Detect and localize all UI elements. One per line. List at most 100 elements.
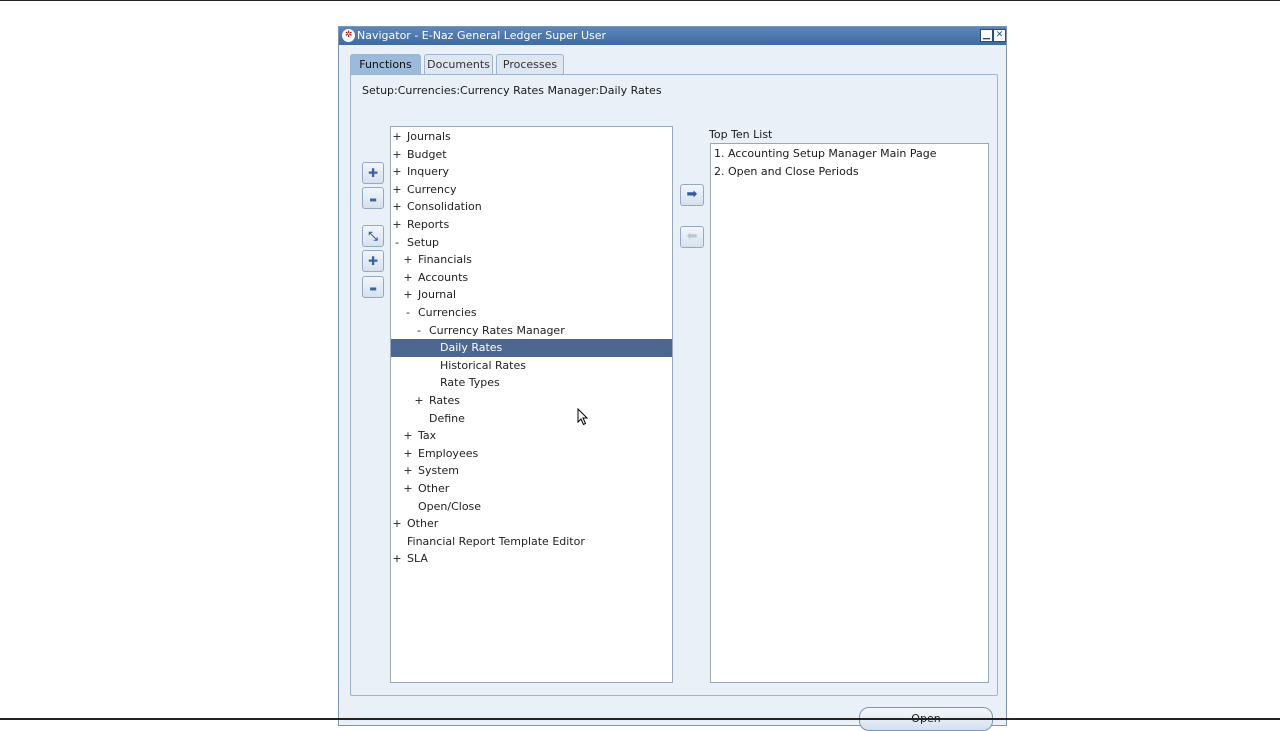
expand-node-icon[interactable]: +: [403, 480, 413, 498]
tree-node-label: SLA: [407, 552, 428, 566]
expand-all-button[interactable]: ✚: [362, 250, 384, 272]
collapse-node-icon[interactable]: -: [392, 234, 402, 252]
tree-node[interactable]: + Tax: [391, 427, 672, 445]
tree-node[interactable]: + Currency: [391, 181, 672, 199]
tree-node[interactable]: Historical Rates: [391, 357, 672, 375]
functions-panel: Setup:Currencies:Currency Rates Manager:…: [350, 74, 998, 696]
expand-node-icon[interactable]: +: [392, 216, 402, 234]
list-item[interactable]: 2. Open and Close Periods: [714, 165, 859, 178]
expand-branch-button[interactable]: ⤡: [362, 225, 384, 247]
tree-node[interactable]: + Rates: [391, 392, 672, 410]
tree-node[interactable]: - Currencies: [391, 304, 672, 322]
expand-node-icon[interactable]: +: [392, 550, 402, 568]
tree-node[interactable]: Rate Types: [391, 374, 672, 392]
right-arrow-icon: ➡: [686, 187, 698, 202]
window-title: Navigator - E-Naz General Ledger Super U…: [357, 29, 607, 42]
tree-node[interactable]: + Employees: [391, 445, 672, 463]
tree-node-label: Financials: [418, 253, 472, 267]
title-bar: ✲ Navigator - E-Naz General Ledger Super…: [339, 27, 1006, 45]
remove-from-top-ten-button[interactable]: ⬅: [680, 226, 704, 248]
minus-icon: ▬: [369, 195, 377, 204]
list-item[interactable]: 1. Accounting Setup Manager Main Page: [714, 147, 937, 160]
expand-node-icon[interactable]: +: [403, 286, 413, 304]
tree-node[interactable]: + Accounts: [391, 269, 672, 287]
left-arrow-icon: ⬅: [686, 229, 698, 244]
tree-node-label: Setup: [407, 235, 440, 249]
tree-node-label: Currency Rates Manager: [429, 323, 565, 337]
tree-node[interactable]: - Currency Rates Manager: [391, 322, 672, 340]
tree-node-label: System: [418, 464, 460, 478]
top-rule: [0, 0, 1280, 1]
tree-node-label: Historical Rates: [440, 358, 526, 372]
tree-node[interactable]: Open/Close: [391, 498, 672, 516]
top-ten-label: Top Ten List: [709, 128, 773, 141]
expand-node-icon[interactable]: +: [414, 392, 424, 410]
tree-node-label: Accounts: [418, 270, 469, 284]
minimize-icon[interactable]: ▁: [980, 29, 993, 42]
plus-icon: ✚: [367, 166, 379, 180]
collapse-all-icon: ▬: [369, 284, 377, 293]
expand-node-icon[interactable]: +: [392, 163, 402, 181]
tree-node-label: Open/Close: [418, 499, 482, 513]
tree-node-label: Other: [407, 517, 439, 531]
tree-node[interactable]: - Setup: [391, 234, 672, 252]
tree-node[interactable]: + System: [391, 462, 672, 480]
tree-node[interactable]: + Consolidation: [391, 198, 672, 216]
top-ten-list[interactable]: 1. Accounting Setup Manager Main Page 2.…: [710, 143, 989, 683]
expand-all-icon: ✚: [367, 254, 379, 268]
tree-node-label: Journals: [407, 130, 451, 143]
tree-node[interactable]: Financial Report Template Editor: [391, 533, 672, 551]
tree-node[interactable]: + Journal: [391, 286, 672, 304]
tree-node[interactable]: Define: [391, 410, 672, 428]
expand-node-icon[interactable]: +: [403, 445, 413, 463]
add-to-top-ten-button[interactable]: ➡: [680, 184, 704, 206]
expand-node-icon[interactable]: +: [392, 128, 402, 146]
navigator-window: ✲ Navigator - E-Naz General Ledger Super…: [338, 26, 1007, 731]
tree-node-label: Rate Types: [440, 376, 500, 390]
mouse-cursor-icon: [577, 408, 589, 426]
expand-node-icon[interactable]: +: [403, 251, 413, 269]
tab-documents[interactable]: Documents: [424, 54, 493, 74]
tree-node[interactable]: Daily Rates: [391, 339, 672, 358]
tree-node-label: Budget: [407, 147, 447, 161]
tree-node-label: Other: [418, 482, 450, 495]
tree-node[interactable]: + Journals: [391, 128, 672, 146]
oracle-app-icon: ✲: [342, 29, 355, 42]
tree-node-label: Tax: [418, 429, 437, 443]
tab-processes[interactable]: Processes: [496, 54, 564, 74]
tree-node-label: Reports: [407, 218, 450, 231]
tree-node-label: Currencies: [418, 306, 477, 319]
collapse-all-button[interactable]: ▬: [362, 276, 384, 298]
expand-node-icon[interactable]: +: [403, 269, 413, 287]
expand-button[interactable]: ✚: [362, 162, 384, 184]
tree-node[interactable]: + Reports: [391, 216, 672, 234]
tree-node-label: Rates: [429, 394, 460, 407]
tree-node-label: Consolidation: [407, 200, 482, 214]
expand-branch-icon: ⤡: [368, 229, 378, 243]
expand-node-icon[interactable]: +: [392, 198, 402, 216]
collapse-button[interactable]: ▬: [362, 187, 384, 209]
expand-node-icon[interactable]: +: [392, 181, 402, 199]
tree-node[interactable]: + Other: [391, 515, 672, 533]
function-tree[interactable]: + Journals + Budget + Inquery + Currency + Consol…: [390, 126, 673, 683]
tab-functions[interactable]: Functions: [350, 54, 421, 75]
tree-node-label: Financial Report Template Editor: [407, 534, 585, 548]
expand-node-icon[interactable]: +: [392, 515, 402, 533]
tree-node-label: Daily Rates: [440, 341, 503, 355]
collapse-node-icon[interactable]: -: [414, 322, 424, 340]
expand-node-icon[interactable]: +: [392, 146, 402, 164]
tree-node-label: Inquery: [407, 165, 449, 179]
tree-node[interactable]: + Budget: [391, 146, 672, 164]
tree-node[interactable]: + Financials: [391, 251, 672, 269]
collapse-node-icon[interactable]: -: [403, 304, 413, 322]
tree-node-label: Define: [429, 411, 465, 425]
current-path: Setup:Currencies:Currency Rates Manager:…: [362, 84, 662, 97]
expand-node-icon[interactable]: +: [403, 462, 413, 480]
expand-node-icon[interactable]: +: [403, 427, 413, 445]
tree-node[interactable]: + SLA: [391, 550, 672, 568]
tree-node-label: Employees: [418, 446, 479, 460]
tree-node[interactable]: + Inquery: [391, 163, 672, 181]
close-icon[interactable]: ✕: [993, 29, 1006, 42]
tree-node[interactable]: + Other: [391, 480, 672, 498]
tree-node-label: Currency: [407, 182, 457, 196]
